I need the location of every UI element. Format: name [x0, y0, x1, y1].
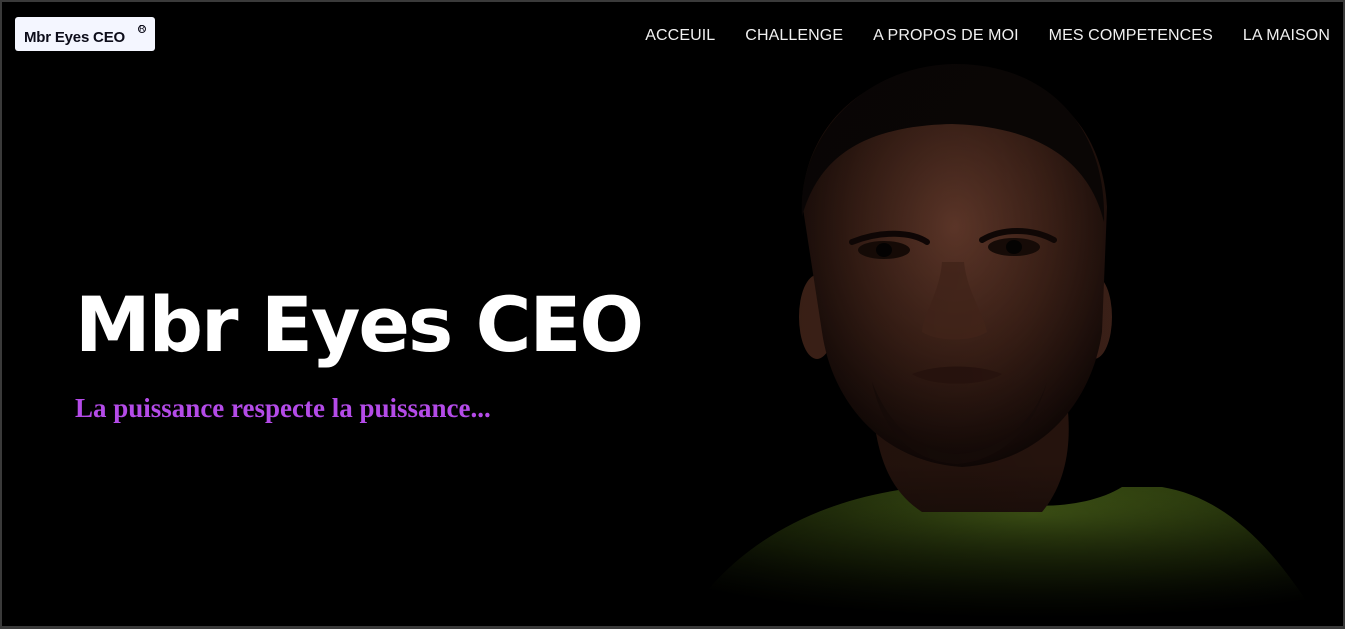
page-frame: Mbr Eyes CEO R ACCEUIL CHALLENGE A PROPO…: [2, 2, 1343, 626]
logo-text: Mbr Eyes CEO: [24, 29, 125, 46]
registered-mark-icon: R: [138, 24, 146, 33]
hero-title: Mbr Eyes CEO: [75, 280, 644, 369]
site-logo[interactable]: Mbr Eyes CEO R: [15, 17, 155, 51]
hero-portrait-image: [622, 42, 1343, 626]
hero-subtitle: La puissance respecte la puissance...: [75, 393, 491, 423]
